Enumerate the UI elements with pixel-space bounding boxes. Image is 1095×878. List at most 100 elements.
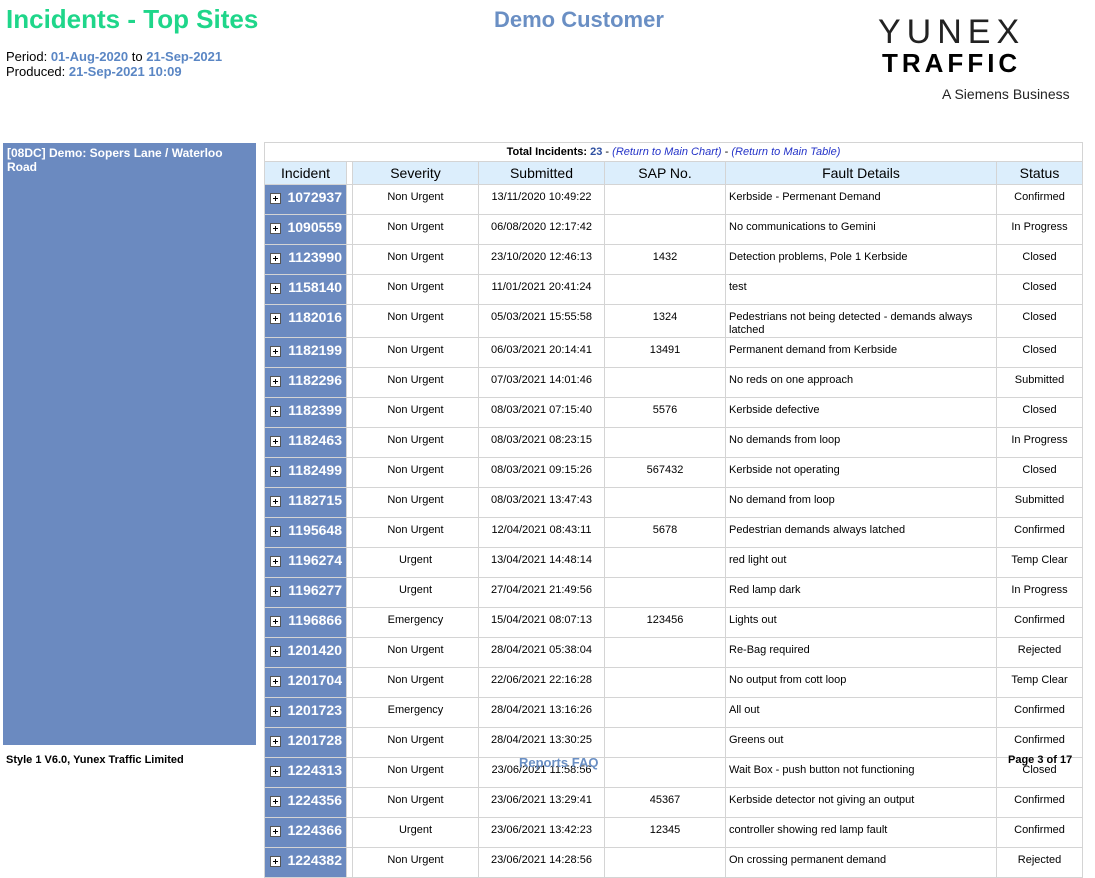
incident-id-cell[interactable]: 1182199 xyxy=(264,337,347,368)
incident-id[interactable]: 1224356 xyxy=(287,793,342,807)
sap-cell: 13491 xyxy=(604,337,726,368)
submitted-cell: 06/03/2021 20:14:41 xyxy=(478,337,605,368)
incident-id-cell[interactable]: 1072937 xyxy=(264,184,347,215)
incident-id[interactable]: 1201420 xyxy=(287,643,342,657)
expand-plus-icon[interactable] xyxy=(270,283,281,294)
expand-plus-icon[interactable] xyxy=(270,496,281,507)
expand-plus-icon[interactable] xyxy=(270,646,281,657)
severity-cell: Non Urgent xyxy=(352,427,479,458)
severity-cell: Non Urgent xyxy=(352,667,479,698)
incident-id-cell[interactable]: 1090559 xyxy=(264,214,347,245)
expand-plus-icon[interactable] xyxy=(270,346,281,357)
incident-id[interactable]: 1123990 xyxy=(288,250,342,264)
status-cell: Confirmed xyxy=(995,727,1084,758)
incident-id-cell[interactable]: 1201728 xyxy=(264,727,347,758)
incident-id[interactable]: 1201704 xyxy=(287,673,342,687)
incident-id-cell[interactable]: 1182399 xyxy=(264,397,347,428)
incident-id-cell[interactable]: 1224366 xyxy=(264,817,347,848)
expand-plus-icon[interactable] xyxy=(270,826,281,837)
incident-id-cell[interactable]: 1224382 xyxy=(264,847,347,878)
incident-id[interactable]: 1090559 xyxy=(287,220,342,234)
incident-id[interactable]: 1196274 xyxy=(288,553,342,567)
status-cell: Closed xyxy=(995,397,1084,428)
reports-faq-link[interactable]: Reports FAQ xyxy=(519,755,598,770)
expand-plus-icon[interactable] xyxy=(270,223,281,234)
incidents-table-container: Total Incidents: 23 - (Return to Main Ch… xyxy=(263,142,1084,878)
severity-cell: Non Urgent xyxy=(352,367,479,398)
submitted-cell: 12/04/2021 08:43:11 xyxy=(478,517,605,548)
severity-cell: Non Urgent xyxy=(352,244,479,275)
total-incidents-label: Total Incidents: xyxy=(506,146,588,158)
expand-plus-icon[interactable] xyxy=(270,856,281,867)
incident-id-cell[interactable]: 1182016 xyxy=(264,304,347,338)
expand-plus-icon[interactable] xyxy=(270,253,281,264)
incident-id[interactable]: 1224313 xyxy=(287,763,342,777)
incident-id-cell[interactable]: 1201420 xyxy=(264,637,347,668)
page-indicator: Page 3 of 17 xyxy=(1008,754,1073,766)
table-row: 1201420 Non Urgent 28/04/2021 05:38:04 Re-B… xyxy=(264,637,1084,668)
expand-plus-icon[interactable] xyxy=(270,376,281,387)
incident-id[interactable]: 1072937 xyxy=(287,190,342,204)
status-cell: In Progress xyxy=(995,577,1084,608)
incident-id[interactable]: 1224382 xyxy=(287,853,342,867)
incident-id-cell[interactable]: 1182463 xyxy=(264,427,347,458)
incident-id[interactable]: 1201728 xyxy=(287,733,342,747)
status-cell: Confirmed xyxy=(995,697,1084,728)
incident-id[interactable]: 1182715 xyxy=(288,493,342,507)
incident-id[interactable]: 1158140 xyxy=(288,280,342,294)
expand-plus-icon[interactable] xyxy=(270,676,281,687)
incident-id[interactable]: 1196866 xyxy=(288,613,342,627)
incident-id-cell[interactable]: 1195648 xyxy=(264,517,347,548)
expand-plus-icon[interactable] xyxy=(270,193,281,204)
incident-id-cell[interactable]: 1182296 xyxy=(264,367,347,398)
logo-line-1: YUNEX xyxy=(878,13,1026,51)
table-row: 1182715 Non Urgent 08/03/2021 13:47:43 No d… xyxy=(264,487,1084,518)
incident-id[interactable]: 1182199 xyxy=(288,343,342,357)
incident-id[interactable]: 1224366 xyxy=(287,823,342,837)
fault-cell: Kerbside not operating xyxy=(725,457,997,488)
column-header-row: Incident Severity Submitted SAP No. Faul… xyxy=(264,161,1084,185)
table-row: 1201723 Emergency 28/04/2021 13:16:26 All o… xyxy=(264,697,1084,728)
expand-plus-icon[interactable] xyxy=(270,736,281,747)
expand-plus-icon[interactable] xyxy=(270,616,281,627)
fault-cell: Red lamp dark xyxy=(725,577,997,608)
severity-cell: Non Urgent xyxy=(352,304,479,338)
incident-id-cell[interactable]: 1196274 xyxy=(264,547,347,578)
incident-id-cell[interactable]: 1224313 xyxy=(264,757,347,788)
incident-id[interactable]: 1182499 xyxy=(288,463,342,477)
incident-id[interactable]: 1196277 xyxy=(288,583,342,597)
incident-id-cell[interactable]: 1123990 xyxy=(264,244,347,275)
expand-plus-icon[interactable] xyxy=(270,796,281,807)
incident-id-cell[interactable]: 1196866 xyxy=(264,607,347,638)
expand-plus-icon[interactable] xyxy=(270,766,281,777)
return-main-chart-link[interactable]: (Return to Main Chart) xyxy=(612,146,721,158)
return-main-table-link[interactable]: (Return to Main Table) xyxy=(731,146,840,158)
expand-plus-icon[interactable] xyxy=(270,466,281,477)
incident-id[interactable]: 1182463 xyxy=(288,433,342,447)
expand-plus-icon[interactable] xyxy=(270,406,281,417)
table-row: 1090559 Non Urgent 06/08/2020 12:17:42 No c… xyxy=(264,214,1084,245)
expand-plus-icon[interactable] xyxy=(270,556,281,567)
column-header-fault: Fault Details xyxy=(725,161,997,185)
expand-plus-icon[interactable] xyxy=(270,586,281,597)
fault-cell: red light out xyxy=(725,547,997,578)
expand-plus-icon[interactable] xyxy=(270,706,281,717)
incident-id[interactable]: 1201723 xyxy=(287,703,342,717)
incident-id-cell[interactable]: 1182499 xyxy=(264,457,347,488)
incident-id-cell[interactable]: 1201723 xyxy=(264,697,347,728)
fault-cell: Kerbside defective xyxy=(725,397,997,428)
incident-id-cell[interactable]: 1196277 xyxy=(264,577,347,608)
incident-id-cell[interactable]: 1224356 xyxy=(264,787,347,818)
expand-plus-icon[interactable] xyxy=(270,313,281,324)
incident-id[interactable]: 1182016 xyxy=(288,310,342,324)
incident-id[interactable]: 1182296 xyxy=(288,373,342,387)
incident-id-cell[interactable]: 1201704 xyxy=(264,667,347,698)
expand-plus-icon[interactable] xyxy=(270,436,281,447)
incident-id-cell[interactable]: 1182715 xyxy=(264,487,347,518)
incident-id-cell[interactable]: 1158140 xyxy=(264,274,347,305)
incident-id[interactable]: 1182399 xyxy=(288,403,342,417)
incident-id[interactable]: 1195648 xyxy=(288,523,342,537)
expand-plus-icon[interactable] xyxy=(270,526,281,537)
status-cell: Confirmed xyxy=(995,184,1084,215)
sap-cell xyxy=(604,487,726,518)
